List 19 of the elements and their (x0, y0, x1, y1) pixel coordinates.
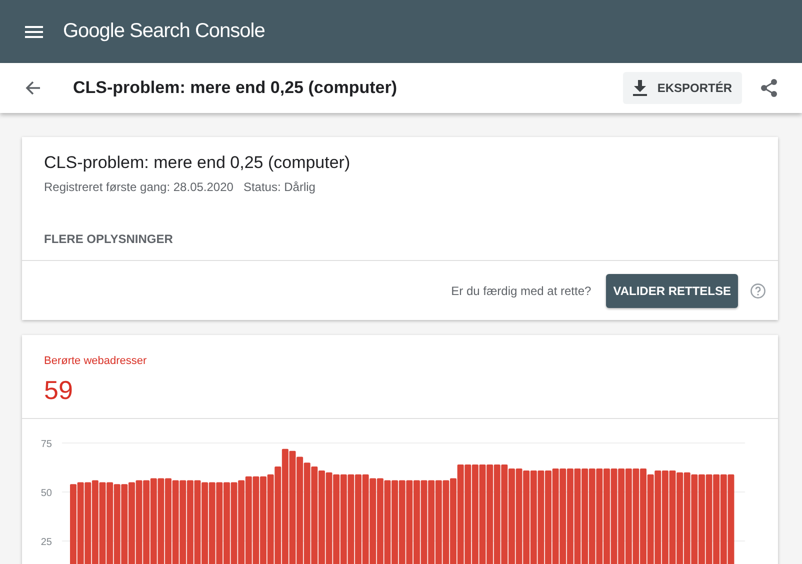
back-arrow-icon[interactable] (25, 80, 41, 96)
export-button[interactable]: EKSPORTÉR (623, 72, 742, 104)
affected-urls-count: 59 (44, 375, 74, 406)
y-axis-tick-label: 50 (40, 488, 52, 499)
first-detected-date: Registreret første gang: 28.05.2020 (44, 180, 234, 194)
issue-status: Status: Dårlig (243, 180, 316, 194)
y-axis-tick-label: 75 (40, 439, 52, 450)
help-icon[interactable] (750, 283, 766, 299)
share-icon[interactable] (760, 78, 778, 98)
page-title: CLS-problem: mere end 0,25 (computer) (73, 78, 398, 98)
download-icon (633, 80, 648, 96)
menu-icon[interactable] (25, 26, 43, 38)
more-info-link[interactable]: FLERE OPLYSNINGER (44, 232, 756, 246)
affected-urls-label: Berørte webadresser (44, 355, 148, 367)
y-axis-tick-label: 25 (40, 537, 52, 548)
validate-fix-button[interactable]: VALIDER RETTELSE (606, 274, 738, 308)
validate-prompt: Er du færdig med at rette? (451, 284, 592, 298)
issue-title: CLS-problem: mere end 0,25 (computer) (44, 153, 352, 173)
app-title: Google Search Console (63, 20, 265, 43)
